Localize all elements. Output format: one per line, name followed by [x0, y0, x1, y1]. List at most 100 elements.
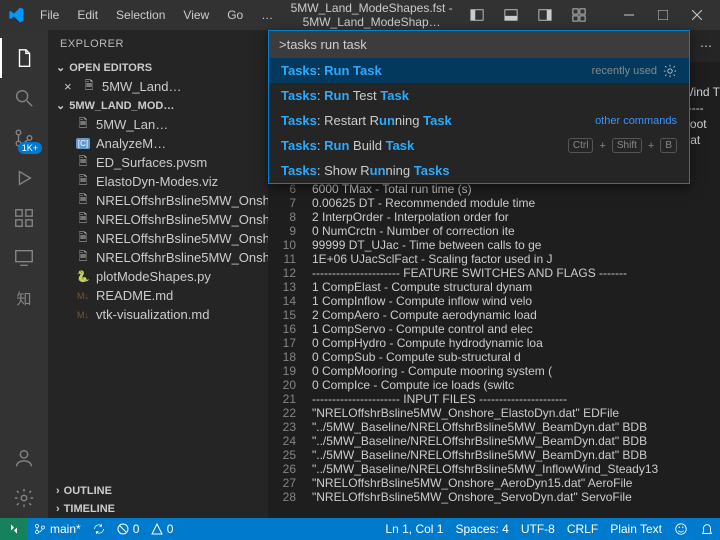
problems[interactable]: 0 0 — [111, 522, 180, 536]
eol[interactable]: CRLF — [561, 522, 604, 536]
zhihu-icon[interactable]: 知 — [0, 278, 48, 318]
file-item[interactable]: [C]AnalyzeM… — [48, 134, 268, 153]
code-line[interactable]: 25"../5MW_Baseline/NRELOffshrBsline5MW_B… — [268, 448, 720, 462]
file-icon: M↓ — [76, 289, 90, 303]
cursor-position[interactable]: Ln 1, Col 1 — [379, 522, 449, 536]
vscode-icon — [8, 7, 24, 23]
code-line[interactable]: 26"../5MW_Baseline/NRELOffshrBsline5MW_I… — [268, 462, 720, 476]
command-item[interactable]: Tasks: Run Taskrecently used — [269, 58, 689, 83]
notifications-icon[interactable] — [694, 522, 720, 536]
code-line[interactable]: 13 1 CompElast - Compute structural dyna… — [268, 280, 720, 294]
open-editor-item[interactable]: ×🗎5MW_Land… — [48, 77, 268, 96]
maximize-icon[interactable] — [648, 0, 678, 30]
file-item[interactable]: M↓vtk-visualization.md — [48, 305, 268, 324]
source-control-icon[interactable]: 1K+ — [0, 118, 48, 158]
command-item[interactable]: Tasks: Restart Running Taskother command… — [269, 108, 689, 133]
file-icon: 🗎 — [76, 213, 90, 227]
code-line[interactable]: 15 2 CompAero - Compute aerodynamic load — [268, 308, 720, 322]
code-line[interactable]: 6 6000 TMax - Total run time (s) — [268, 182, 720, 196]
encoding[interactable]: UTF-8 — [515, 522, 561, 536]
menu-go[interactable]: Go — [219, 4, 251, 26]
settings-gear-icon[interactable] — [0, 478, 48, 518]
open-editors-header[interactable]: ⌄OPEN EDITORS — [48, 58, 268, 77]
code-line[interactable]: 14 1 CompInflow - Compute inflow wind ve… — [268, 294, 720, 308]
editor-area: ⋯ Tasks: Run Taskrecently used Tasks: Ru… — [268, 30, 720, 518]
outline-header[interactable]: ›OUTLINE — [48, 482, 268, 500]
layout-customize-icon[interactable] — [564, 0, 594, 30]
file-icon: 🗎 — [76, 251, 90, 265]
sidebar: EXPLORER ⌄OPEN EDITORS ×🗎5MW_Land… ⌄5MW_… — [48, 30, 268, 518]
code-line[interactable]: 9 0 NumCrctn - Number of correction ite — [268, 224, 720, 238]
feedback-icon[interactable] — [668, 522, 694, 536]
file-icon: 🗎 — [76, 194, 90, 208]
search-view-icon[interactable] — [0, 78, 48, 118]
command-item[interactable]: Tasks: Run Test Task — [269, 83, 689, 108]
gear-icon[interactable] — [663, 64, 677, 78]
window-title: 5MW_Land_ModeShapes.fst - 5MW_Land_ModeS… — [281, 1, 462, 29]
file-item[interactable]: 🗎NRELOffshrBsline5MW_Onshore_ElastoDy… — [48, 229, 268, 248]
file-icon: 🗎 — [76, 175, 90, 189]
code-line[interactable]: 22"NRELOffshrBsline5MW_Onshore_ElastoDyn… — [268, 406, 720, 420]
file-item[interactable]: 🗎NRELOffshrBsline5MW_Onshore_ServoDy… — [48, 248, 268, 267]
activity-bar: 1K+ 知 — [0, 30, 48, 518]
file-icon: 🐍 — [76, 270, 90, 284]
extensions-icon[interactable] — [0, 198, 48, 238]
file-item[interactable]: M↓README.md — [48, 286, 268, 305]
code-line[interactable]: 27"NRELOffshrBsline5MW_Onshore_AeroDyn15… — [268, 476, 720, 490]
command-item[interactable]: Tasks: Show Running Tasks — [269, 158, 689, 183]
timeline-header[interactable]: ›TIMELINE — [48, 500, 268, 518]
code-line[interactable]: 10 99999 DT_UJac - Time between calls to… — [268, 238, 720, 252]
remote-indicator[interactable] — [0, 518, 28, 540]
layout-panel-icon[interactable] — [530, 0, 560, 30]
file-icon: 🗎 — [76, 156, 90, 170]
file-item[interactable]: 🐍plotModeShapes.py — [48, 267, 268, 286]
code-line[interactable]: 20 0 CompIce - Compute ice loads (switc — [268, 378, 720, 392]
code-line[interactable]: 21---------------------- INPUT FILES ---… — [268, 392, 720, 406]
menu-…[interactable]: … — [253, 4, 281, 26]
code-line[interactable]: 18 0 CompSub - Compute sub-structural d — [268, 350, 720, 364]
code-line[interactable]: 23"../5MW_Baseline/NRELOffshrBsline5MW_B… — [268, 420, 720, 434]
git-branch[interactable]: main* — [28, 522, 87, 536]
layout-panel-icon[interactable] — [462, 0, 492, 30]
code-line[interactable]: 24"../5MW_Baseline/NRELOffshrBsline5MW_B… — [268, 434, 720, 448]
explorer-view-icon[interactable] — [0, 38, 48, 78]
menu-selection[interactable]: Selection — [108, 4, 173, 26]
file-item[interactable]: 🗎ED_Surfaces.pvsm — [48, 153, 268, 172]
file-item[interactable]: 🗎ElastoDyn-Modes.viz — [48, 172, 268, 191]
file-icon: M↓ — [76, 308, 90, 322]
language-mode[interactable]: Plain Text — [604, 522, 668, 536]
command-palette: Tasks: Run Taskrecently used Tasks: Run … — [268, 30, 690, 184]
menu-edit[interactable]: Edit — [69, 4, 106, 26]
close-icon[interactable] — [682, 0, 712, 30]
run-debug-icon[interactable] — [0, 158, 48, 198]
indentation[interactable]: Spaces: 4 — [449, 522, 514, 536]
file-item[interactable]: 🗎5MW_Lan… — [48, 115, 268, 134]
code-line[interactable]: 17 0 CompHydro - Compute hydrodynamic lo… — [268, 336, 720, 350]
file-item[interactable]: 🗎NRELOffshrBsline5MW_Onshore_AeroD… — [48, 191, 268, 210]
file-icon: 🗎 — [76, 118, 90, 132]
layout-panel-icon[interactable] — [496, 0, 526, 30]
remote-explorer-icon[interactable] — [0, 238, 48, 278]
file-icon: 🗎 — [82, 80, 96, 94]
command-input[interactable] — [269, 31, 689, 58]
accounts-icon[interactable] — [0, 438, 48, 478]
menu-bar: FileEditSelectionViewGo… — [32, 4, 281, 26]
code-line[interactable]: 19 0 CompMooring - Compute mooring syste… — [268, 364, 720, 378]
code-line[interactable]: 12---------------------- FEATURE SWITCHE… — [268, 266, 720, 280]
code-line[interactable]: 11 1E+06 UJacSclFact - Scaling factor us… — [268, 252, 720, 266]
command-item[interactable]: Tasks: Run Build TaskCtrl + Shift + B — [269, 133, 689, 158]
code-line[interactable]: 28"NRELOffshrBsline5MW_Onshore_ServoDyn.… — [268, 490, 720, 504]
code-line[interactable]: 16 1 CompServo - Compute control and ele… — [268, 322, 720, 336]
file-icon: [C] — [76, 137, 90, 151]
code-line[interactable]: 8 2 InterpOrder - Interpolation order fo… — [268, 210, 720, 224]
code-line[interactable]: 7 0.00625 DT - Recommended module time — [268, 196, 720, 210]
folder-header[interactable]: ⌄5MW_LAND_MOD… — [48, 96, 268, 115]
titlebar: FileEditSelectionViewGo… 5MW_Land_ModeSh… — [0, 0, 720, 30]
file-item[interactable]: 🗎NRELOffshrBsline5MW_Onshore_ElastoD… — [48, 210, 268, 229]
sync-icon[interactable] — [87, 523, 111, 535]
close-icon[interactable]: × — [64, 79, 76, 94]
menu-view[interactable]: View — [175, 4, 217, 26]
menu-file[interactable]: File — [32, 4, 67, 26]
more-actions-icon[interactable]: ⋯ — [700, 39, 712, 53]
minimize-icon[interactable] — [614, 0, 644, 30]
